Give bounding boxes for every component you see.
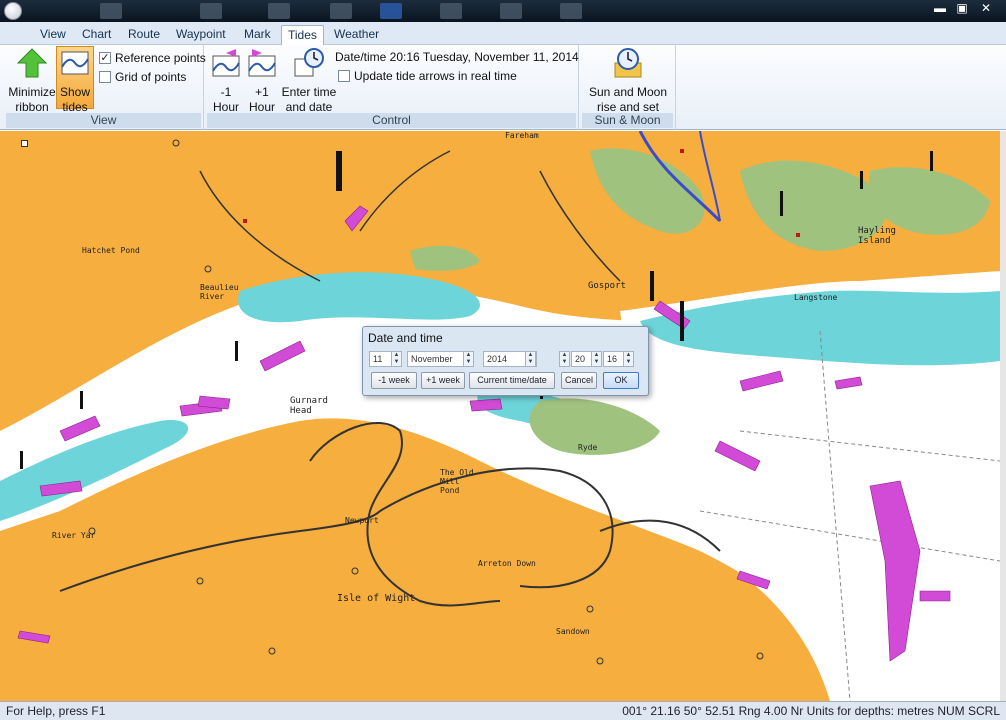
close-window-icon[interactable]: ✕ [976, 0, 996, 18]
control-group-label: Control [207, 113, 576, 128]
ok-button[interactable]: OK [603, 372, 639, 389]
map-label-old-mill-pond: The Old Mill Pond [440, 468, 474, 495]
grid-of-points-checkbox[interactable]: Grid of points [99, 70, 186, 84]
checkbox-unchecked-icon [99, 71, 111, 83]
date-time-dialog: Date and time 11 ▲ ▼ November ▲ ▼ 2014 ▲ ▼ … [362, 326, 649, 396]
map-corner-marker [21, 140, 28, 147]
minus-one-hour-button[interactable]: -1 Hour [209, 47, 243, 115]
taskbar-icon[interactable] [440, 3, 462, 19]
app-logo-icon[interactable] [4, 2, 22, 20]
maximize-window-icon[interactable]: ▣ [952, 0, 972, 18]
sun-moon-group: Sun and Moon rise and set times Sun & Mo… [580, 45, 676, 130]
enter-time-and-date-button[interactable]: Enter time and date [281, 47, 337, 115]
chart-drawing [0, 131, 1000, 701]
ribbon: Minimize ribbon Show tides ✓ Reference p… [0, 45, 1006, 130]
tab-mark[interactable]: Mark [238, 25, 277, 45]
tab-route[interactable]: Route [122, 25, 166, 45]
tab-view[interactable]: View [34, 25, 72, 45]
view-group: Minimize ribbon Show tides ✓ Reference p… [4, 45, 206, 130]
title-bar: ▬ ▣ ✕ [0, 0, 1006, 22]
sun-moon-group-label: Sun & Moon [582, 113, 673, 128]
show-tides-button[interactable]: Show tides [56, 46, 94, 114]
status-help-text: For Help, press F1 [6, 704, 106, 718]
month-field[interactable]: November [407, 351, 465, 367]
map-label-hatchet-pond: Hatchet Pond [82, 246, 140, 255]
clock-calendar-icon [294, 48, 324, 77]
plus-week-button[interactable]: +1 week [421, 372, 465, 389]
map-label-arreton-down: Arreton Down [478, 559, 536, 568]
day-spinner[interactable]: ▲ ▼ [391, 351, 402, 367]
map-label-ryde: Ryde [578, 443, 598, 452]
taskbar-icon[interactable] [268, 3, 290, 19]
map-label-hayling-island: Hayling Island [858, 226, 896, 246]
map-label-newport: Newport [345, 516, 379, 525]
status-position-text: 001° 21.16 50° 52.51 Rng 4.00 Nr Units f… [622, 704, 1000, 718]
ribbon-tab-bar: View Chart Route Waypoint Mark Tides Wea… [0, 22, 1006, 45]
update-tide-arrows-label: Update tide arrows in real time [354, 69, 517, 83]
map-label-fareham: Fareham [505, 131, 539, 140]
grid-of-points-label: Grid of points [115, 70, 187, 84]
show-tides-label: Show tides [59, 85, 91, 114]
current-time-button[interactable]: Current time/date [469, 372, 555, 389]
tide-back-icon [212, 49, 240, 77]
current-datetime-text: Date/time 20:16 Tuesday, November 11, 20… [335, 50, 579, 64]
tab-chart[interactable]: Chart [76, 25, 117, 45]
taskbar-icon[interactable] [330, 3, 352, 19]
taskbar-icon[interactable] [380, 3, 402, 19]
minus-one-hour-label: -1 Hour [212, 85, 239, 114]
checkbox-checked-icon: ✓ [99, 52, 111, 64]
map-label-gosport: Gosport [588, 281, 626, 291]
plus-one-hour-button[interactable]: +1 Hour [245, 47, 279, 115]
minus-week-button[interactable]: -1 week [371, 372, 417, 389]
dialog-title: Date and time [368, 331, 443, 345]
view-group-label: View [6, 113, 201, 128]
nautical-chart-map[interactable]: Fareham Gosport Gurnard Head Isle of Wig… [0, 131, 1000, 701]
minimize-ribbon-button[interactable]: Minimize ribbon [6, 47, 58, 115]
tide-forward-icon [248, 49, 276, 77]
tab-tides[interactable]: Tides [281, 25, 324, 45]
minute-field[interactable]: 16 [603, 351, 625, 367]
map-label-beaulieu-river: Beaulieu River [200, 283, 239, 301]
map-label-isle-of-wight: Isle of Wight [337, 593, 416, 604]
hour-spinner[interactable]: ▲ ▼ [591, 351, 602, 367]
checkbox-unchecked-icon [338, 70, 350, 82]
hour-spinner-left[interactable]: ▲ ▼ [559, 351, 570, 367]
update-tide-arrows-checkbox[interactable]: Update tide arrows in real time [338, 69, 517, 83]
reference-points-label: Reference points [115, 51, 206, 65]
cancel-button[interactable]: Cancel [561, 372, 597, 389]
tab-waypoint[interactable]: Waypoint [170, 25, 232, 45]
control-group: -1 Hour +1 Hour Enter time and date Date… [205, 45, 579, 130]
map-label-river-yar: River Yar [52, 531, 96, 540]
enter-time-and-date-label: Enter time and date [281, 85, 337, 114]
tab-weather[interactable]: Weather [328, 25, 385, 45]
minute-spinner[interactable]: ▲ ▼ [623, 351, 634, 367]
map-label-langstone: Langstone [794, 293, 838, 302]
tide-graph-icon [61, 51, 89, 75]
taskbar-icon[interactable] [500, 3, 522, 19]
taskbar-icon[interactable] [100, 3, 122, 19]
minimize-ribbon-label: Minimize ribbon [8, 85, 56, 114]
reference-points-checkbox[interactable]: ✓ Reference points [99, 51, 206, 65]
year-spinner[interactable]: ▲ ▼ [525, 351, 536, 367]
map-label-sandown: Sandown [556, 627, 590, 636]
status-bar: For Help, press F1 001° 21.16 50° 52.51 … [0, 701, 1006, 720]
taskbar-icon[interactable] [560, 3, 582, 19]
minimize-window-icon[interactable]: ▬ [930, 0, 950, 18]
green-up-arrow-icon [16, 48, 48, 78]
vertical-scrollbar[interactable] [1000, 131, 1006, 701]
hour-field[interactable]: 20 [571, 351, 593, 367]
taskbar-icon[interactable] [200, 3, 222, 19]
day-field[interactable]: 11 [369, 351, 393, 367]
sun-moon-clock-icon [614, 48, 642, 78]
plus-one-hour-label: +1 Hour [248, 85, 275, 114]
map-label-gurnard-head: Gurnard Head [290, 396, 328, 416]
month-spinner[interactable]: ▲ ▼ [463, 351, 474, 367]
